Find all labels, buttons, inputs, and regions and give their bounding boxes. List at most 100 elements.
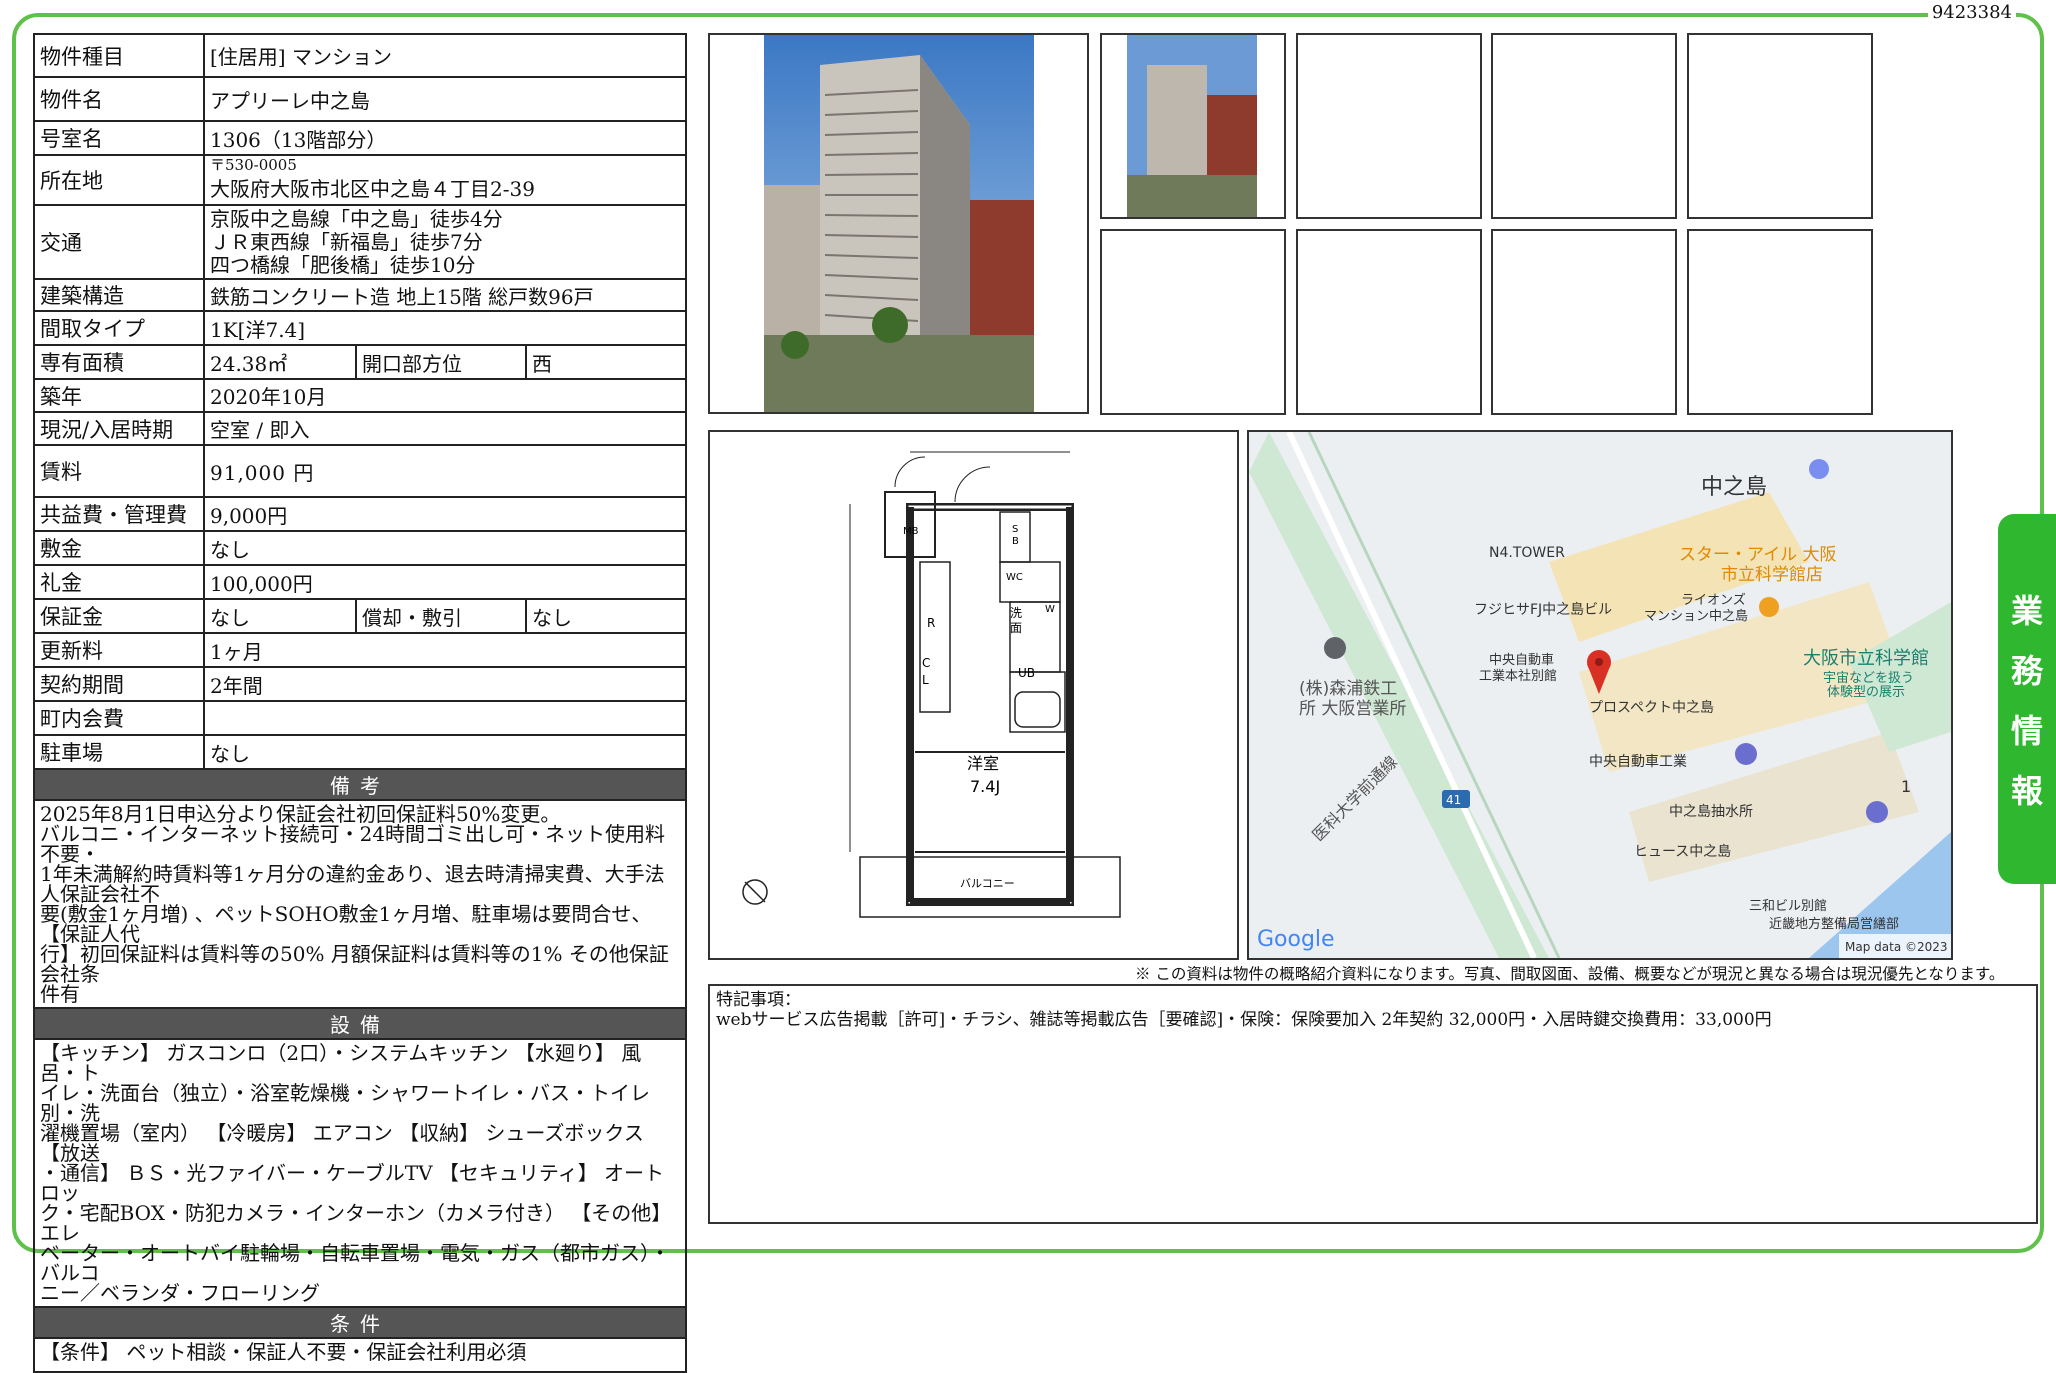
address-label: 所在地 [33, 154, 205, 206]
conditions-title: 条件 [33, 1306, 687, 1339]
thumbnail-5[interactable] [1100, 229, 1286, 415]
side-tab-char: 務 [2010, 652, 2043, 690]
room-label: 号室名 [33, 120, 205, 156]
document-id: 9423384 [1927, 2, 2016, 23]
map-label: ライオンズ [1681, 592, 1746, 608]
plan-label: C [922, 656, 930, 670]
rent-value: 91,000 円 [203, 444, 687, 498]
thumbnail-2[interactable] [1296, 33, 1482, 219]
term-label: 契約期間 [33, 666, 205, 702]
amortization-label: 償却・敷引 [355, 598, 527, 634]
conditions-text: 【条件】 ペット相談・保証人不要・保証会社利用必須 [33, 1337, 687, 1373]
guarantee-label: 保証金 [33, 598, 205, 634]
property-table: 物件種目 [住居用] マンション 物件名 アプリーレ中之島 号室名 1306（13階部… [33, 33, 687, 1373]
area-label: 専有面積 [33, 344, 205, 380]
guarantee-value: なし [203, 598, 357, 634]
location-map[interactable]: 中之島 N4.TOWER スター・アイル 大阪 市立科学館店 ライオンズ マンシ… [1249, 432, 1951, 958]
map-label: (株)森浦鉄工 [1299, 679, 1397, 699]
structure-label: 建築構造 [33, 278, 205, 312]
map-label: 中之島 [1701, 475, 1767, 500]
zip-code: 〒530-0005 [210, 156, 297, 174]
keymoney-label: 礼金 [33, 564, 205, 600]
access-line: ＪＲ東西線「新福島」徒歩7分 [210, 229, 483, 254]
map-label: 所 大阪営業所 [1299, 699, 1406, 719]
thumbnail-6[interactable] [1296, 229, 1482, 415]
google-logo: Google [1257, 927, 1335, 952]
fee-value: 9,000円 [203, 496, 687, 532]
plan-label: L [922, 673, 929, 687]
map-label: 大阪市立科学館 [1803, 648, 1929, 669]
special-notes-title: 特記事項： [716, 990, 801, 1010]
floorplan-balcony: バルコニー [960, 877, 1015, 890]
special-notes-box: 特記事項： webサービス広告掲載［許可]・チラシ、雑誌等掲載広告［要確認]・保… [708, 984, 2038, 1224]
map-frame: 中之島 N4.TOWER スター・アイル 大阪 市立科学館店 ライオンズ マンシ… [1247, 430, 1953, 960]
map-label: 工業本社別館 [1479, 668, 1557, 684]
map-label: 宇宙などを扱う [1823, 671, 1914, 686]
access-label: 交通 [33, 204, 205, 280]
built-label: 築年 [33, 378, 205, 413]
side-tab-char: 報 [2010, 772, 2043, 810]
equipment-text: 【キッチン】 ガスコンロ（2口）・システムキッチン 【水廻り】 風呂・ト イレ・… [33, 1038, 687, 1308]
layout-value: 1K[洋7.4] [203, 310, 687, 346]
remarks-text: 2025年8月1日申込分より保証会社初回保証料50%変更。 バルコニ・インターネ… [33, 799, 687, 1009]
map-label: マンション中之島 [1644, 609, 1748, 624]
rent-label: 賃料 [33, 444, 205, 498]
community-label: 町内会費 [33, 700, 205, 736]
fee-label: 共益費・管理費 [33, 496, 205, 532]
plan-label: UB [1018, 666, 1035, 680]
term-value: 2年間 [203, 666, 687, 702]
area-value: 24.38㎡ [203, 344, 357, 380]
building-photo[interactable] [710, 35, 1087, 412]
map-label: 三和ビル別館 [1749, 899, 1827, 914]
thumbnail-3[interactable] [1491, 33, 1677, 219]
map-label: 中央自動車工業 [1589, 753, 1687, 770]
side-tab-char: 情 [2010, 712, 2043, 750]
map-label: N4.TOWER [1489, 545, 1565, 561]
side-tab-char: 業 [2010, 592, 2043, 630]
status-label: 現況/入居時期 [33, 411, 205, 446]
built-value: 2020年10月 [203, 378, 687, 413]
map-label: フジヒサFJ中之島ビル [1474, 602, 1612, 618]
layout-label: 間取タイプ [33, 310, 205, 346]
map-label: プロスペクト中之島 [1589, 700, 1714, 716]
plan-label: 洗 [1010, 606, 1022, 620]
map-label: 中央自動車 [1489, 653, 1554, 668]
remarks-title: 備考 [33, 768, 687, 801]
plan-label: W [1045, 604, 1055, 615]
status-value: 空室 / 即入 [203, 411, 687, 446]
orientation-label: 開口部方位 [355, 344, 527, 380]
disclaimer-note: ※ この資料は物件の概略紹介資料になります。写真、間取図面、設備、概要などが現況… [1135, 965, 2005, 983]
structure-value: 鉄筋コンクリート造 地上15階 総戸数96戸 [203, 278, 687, 312]
address-value: 大阪府大阪市北区中之島４丁目2-39 [210, 177, 535, 201]
map-label: 近畿地方整備局営繕部 [1769, 916, 1899, 932]
map-label: 中之島抽水所 [1669, 804, 1753, 820]
parking-value: なし [203, 734, 687, 770]
plan-label: 面 [1010, 621, 1022, 635]
thumbnail-8[interactable] [1687, 229, 1873, 415]
deposit-label: 敷金 [33, 530, 205, 566]
thumbnail-1[interactable] [1100, 33, 1286, 219]
thumbnail-4[interactable] [1687, 33, 1873, 219]
access-line: 京阪中之島線「中之島」徒歩4分 [210, 206, 503, 231]
access-line: 四つ橋線「肥後橋」徒歩10分 [210, 252, 476, 277]
orientation-value: 西 [525, 344, 687, 380]
plan-label: MB [903, 526, 919, 537]
special-notes-text: webサービス広告掲載［許可]・チラシ、雑誌等掲載広告［要確認]・保険：保険要加… [716, 1010, 1772, 1030]
map-label: 41 [1446, 793, 1461, 807]
plan-label: WC [1006, 572, 1023, 583]
property-name: アプリーレ中之島 [203, 76, 687, 122]
room-value: 1306（13階部分） [203, 120, 687, 156]
thumbnail-7[interactable] [1491, 229, 1677, 415]
business-info-tab[interactable]: 業 務 情 報 [1998, 514, 2056, 884]
map-credit: Map data ©2023 [1845, 940, 1948, 954]
floorplan-drawing[interactable]: MB S B WC W 洗 面 R C L UB 洋室 7.4J バルコニー [710, 432, 1237, 958]
plan-label: B [1012, 536, 1019, 547]
thumbnail-photo [1127, 35, 1257, 217]
map-label: ヒュース中之島 [1634, 844, 1731, 860]
keymoney-value: 100,000円 [203, 564, 687, 600]
plan-label: S [1012, 524, 1018, 535]
deposit-value: なし [203, 530, 687, 566]
floorplan-room-size: 7.4J [970, 777, 1000, 796]
renewal-value: 1ヶ月 [203, 632, 687, 668]
main-photo-frame [708, 33, 1089, 414]
